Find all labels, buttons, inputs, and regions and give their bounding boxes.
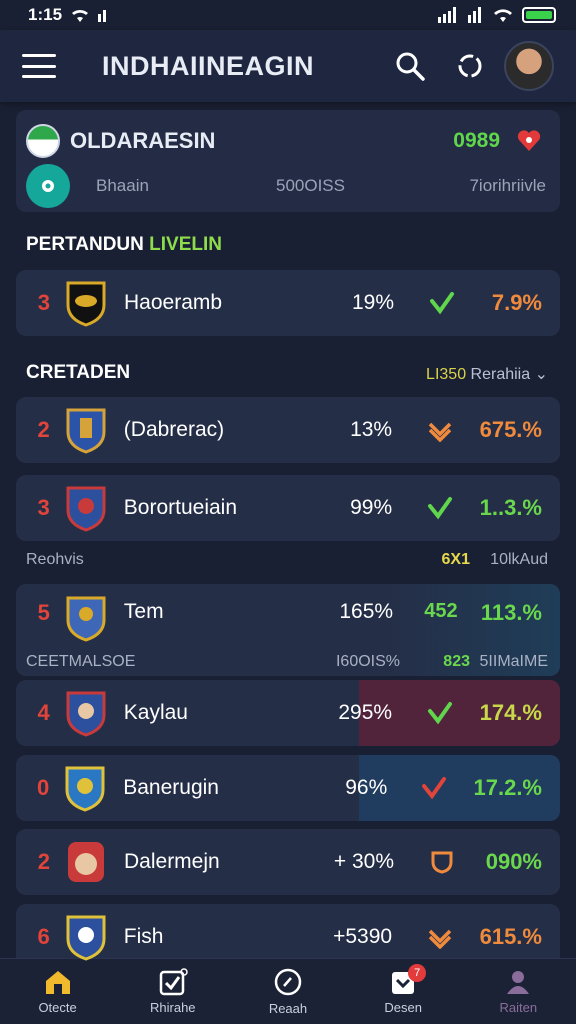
section-title-standings: CRETADEN <box>26 362 131 383</box>
nav-item-results[interactable]: 7 Desen <box>348 964 458 1015</box>
section-title-live: PERTANDUN LIVELIN <box>26 234 222 255</box>
nav-item-home[interactable]: Otecte <box>3 968 113 1015</box>
signal-icon-2 <box>468 7 481 23</box>
league-card[interactable]: OLDARAESIN 0989 Bhaain 500OISS 7iorihrii… <box>16 110 560 212</box>
notification-badge: 7 <box>408 964 427 982</box>
team-name: (Dabrerac) <box>123 418 225 441</box>
check-shield-icon <box>395 776 473 800</box>
team-crest-icon <box>66 486 106 532</box>
team-name: Kaylau <box>123 701 188 724</box>
team-status: 452 <box>424 600 458 622</box>
wifi-icon-right <box>494 9 512 22</box>
favorite-icon[interactable] <box>516 128 542 154</box>
rank: 5 <box>37 600 50 625</box>
flag-icon <box>26 124 60 158</box>
team-percent: + 30% <box>333 850 394 873</box>
rank: 2 <box>37 849 50 874</box>
team-name: Borortueiain <box>123 496 238 519</box>
team-percent: 99% <box>350 496 393 519</box>
check-shield-icon <box>400 496 480 520</box>
team-percent: 96% <box>345 776 388 799</box>
team-change: 1..3.% <box>479 495 542 520</box>
shield-icon <box>402 850 482 874</box>
home-icon <box>45 971 70 994</box>
league-badge-icon <box>26 164 70 208</box>
nav-item-profile[interactable]: Raiten <box>463 968 573 1015</box>
table-row[interactable]: 4 Kaylau 295% 174.% <box>16 680 560 746</box>
compass-icon <box>274 968 302 996</box>
bottom-nav: Otecte Rhirahe Reaah 7 Desen Raiten <box>0 958 576 1024</box>
team-name: Haoeramb <box>124 291 223 314</box>
check-shield-icon <box>402 291 482 315</box>
team-crest-icon <box>66 915 106 961</box>
table-row[interactable]: 2 (Dabrerac) 13% 675.% <box>16 397 560 463</box>
refresh-icon[interactable] <box>452 48 488 84</box>
person-icon <box>507 971 530 994</box>
team-percent: +5390 <box>333 925 393 948</box>
team-change: 174.% <box>479 700 542 725</box>
search-icon[interactable] <box>392 48 428 84</box>
chevron-down-icon: ⌄ <box>534 366 548 383</box>
rank: 0 <box>37 775 50 800</box>
sort-dropdown[interactable]: LI350 Rerahiia ⌄ <box>426 364 548 384</box>
league-col2: 500OISS <box>276 176 345 195</box>
table-row[interactable]: 3 Borortueiain 99% 1..3.% <box>16 475 560 541</box>
team-percent: 13% <box>350 418 393 441</box>
team-name: Dalermejn <box>124 850 220 873</box>
team-crest-icon <box>66 408 106 454</box>
team-change: 615.% <box>479 924 542 949</box>
rank: 2 <box>37 417 50 442</box>
team-crest-icon <box>65 766 105 812</box>
battery-icon <box>522 7 556 23</box>
team-name: Tem <box>123 600 164 623</box>
team-change: 17.2.% <box>473 775 543 800</box>
nav-item-explore[interactable]: Reaah <box>233 967 343 1016</box>
league-col3: 7iorihriivle <box>469 176 546 195</box>
team-change: 7.9% <box>491 290 542 315</box>
check-shield-icon <box>400 701 480 725</box>
team-name: Banerugin <box>123 776 219 799</box>
team-change: 090% <box>485 849 542 874</box>
team-change: 113.% <box>480 600 542 625</box>
team-crest-icon <box>66 596 106 642</box>
team-percent: 19% <box>351 291 394 314</box>
nav-item-schedule[interactable]: Rhirahe <box>118 968 228 1015</box>
rank: 3 <box>37 290 50 315</box>
avatar[interactable] <box>504 41 554 91</box>
team-crest-icon <box>66 281 106 327</box>
team-crest-icon <box>66 691 106 737</box>
sub-label-row: CEETMALSOE I60OIS% 823 5IIMaIME <box>26 653 548 670</box>
double-chevron-icon <box>400 925 480 949</box>
table-row[interactable]: 0 Banerugin 96% 17.2.% <box>16 755 560 821</box>
league-col1: Bhaain <box>96 176 149 195</box>
app-header: INDHAIINEAGIN <box>0 30 576 102</box>
signal-small-icon <box>98 10 107 22</box>
team-percent: 165% <box>339 600 394 623</box>
rank: 4 <box>37 700 50 725</box>
rank: 3 <box>37 495 50 520</box>
status-time: 1:15 <box>28 5 63 24</box>
wifi-icon <box>72 9 89 22</box>
table-row[interactable]: 2 Dalermejn + 30% 090% <box>16 829 560 895</box>
team-percent: 295% <box>338 701 393 724</box>
calendar-check-icon <box>159 968 188 996</box>
team-change: 675.% <box>479 417 542 442</box>
team-crest-icon <box>68 842 104 882</box>
double-chevron-icon <box>400 418 480 442</box>
league-score: 0989 <box>453 129 500 152</box>
status-bar: 1:15 <box>0 0 576 30</box>
signal-icon <box>438 7 456 23</box>
table-row[interactable]: 3 Haoeramb 19% 7.9% <box>16 270 560 336</box>
menu-icon[interactable] <box>22 54 56 78</box>
app-title: INDHAIINEAGIN <box>102 50 315 81</box>
sub-label-row: Reohvis 6X1 10lkAud <box>26 551 548 568</box>
team-name: Fish <box>123 925 164 948</box>
league-name: OLDARAESIN <box>70 128 216 153</box>
rank: 6 <box>37 924 50 949</box>
